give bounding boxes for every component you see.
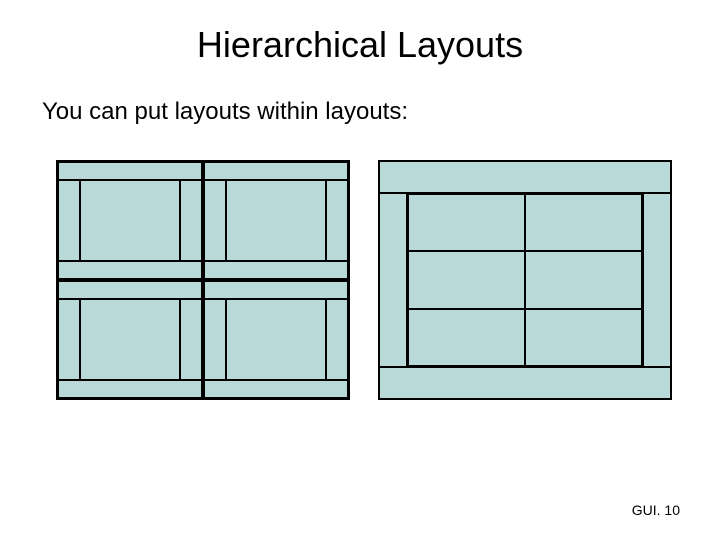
diagram-area [56, 160, 672, 400]
left-cell-bottom-left [57, 280, 203, 399]
grid-cell [525, 194, 642, 251]
panel-east [180, 299, 202, 380]
panel-east [326, 299, 348, 380]
panel-west [204, 180, 226, 261]
panel-west [58, 180, 80, 261]
panel-west [58, 299, 80, 380]
panel-east [180, 180, 202, 261]
left-cell-bottom-right [203, 280, 349, 399]
panel-east [326, 180, 348, 261]
grid-cell [408, 251, 525, 308]
grid-cell [408, 194, 525, 251]
panel-north [58, 281, 202, 299]
panel-south [58, 261, 202, 279]
left-diagram [56, 160, 350, 400]
slide-subtitle: You can put layouts within layouts: [42, 98, 408, 126]
panel-south [379, 367, 671, 399]
panel-south [204, 261, 348, 279]
panel-west [379, 193, 407, 367]
grid-cell [525, 251, 642, 308]
panel-north [379, 161, 671, 193]
left-cell-top-left [57, 161, 203, 280]
left-outer-grid [57, 161, 349, 399]
grid-cell [408, 309, 525, 366]
panel-center [80, 299, 180, 380]
slide-title: Hierarchical Layouts [0, 24, 720, 66]
panel-west [204, 299, 226, 380]
panel-center [226, 299, 326, 380]
panel-center [226, 180, 326, 261]
panel-north [204, 162, 348, 180]
panel-south [58, 380, 202, 398]
center-grid [407, 193, 643, 367]
panel-north [204, 281, 348, 299]
grid-cell [525, 309, 642, 366]
panel-center [80, 180, 180, 261]
left-cell-top-right [203, 161, 349, 280]
panel-east [643, 193, 671, 367]
panel-south [204, 380, 348, 398]
slide-footer: GUI. 10 [632, 502, 680, 518]
panel-north [58, 162, 202, 180]
right-diagram [378, 160, 672, 400]
right-border-layout [379, 161, 671, 399]
